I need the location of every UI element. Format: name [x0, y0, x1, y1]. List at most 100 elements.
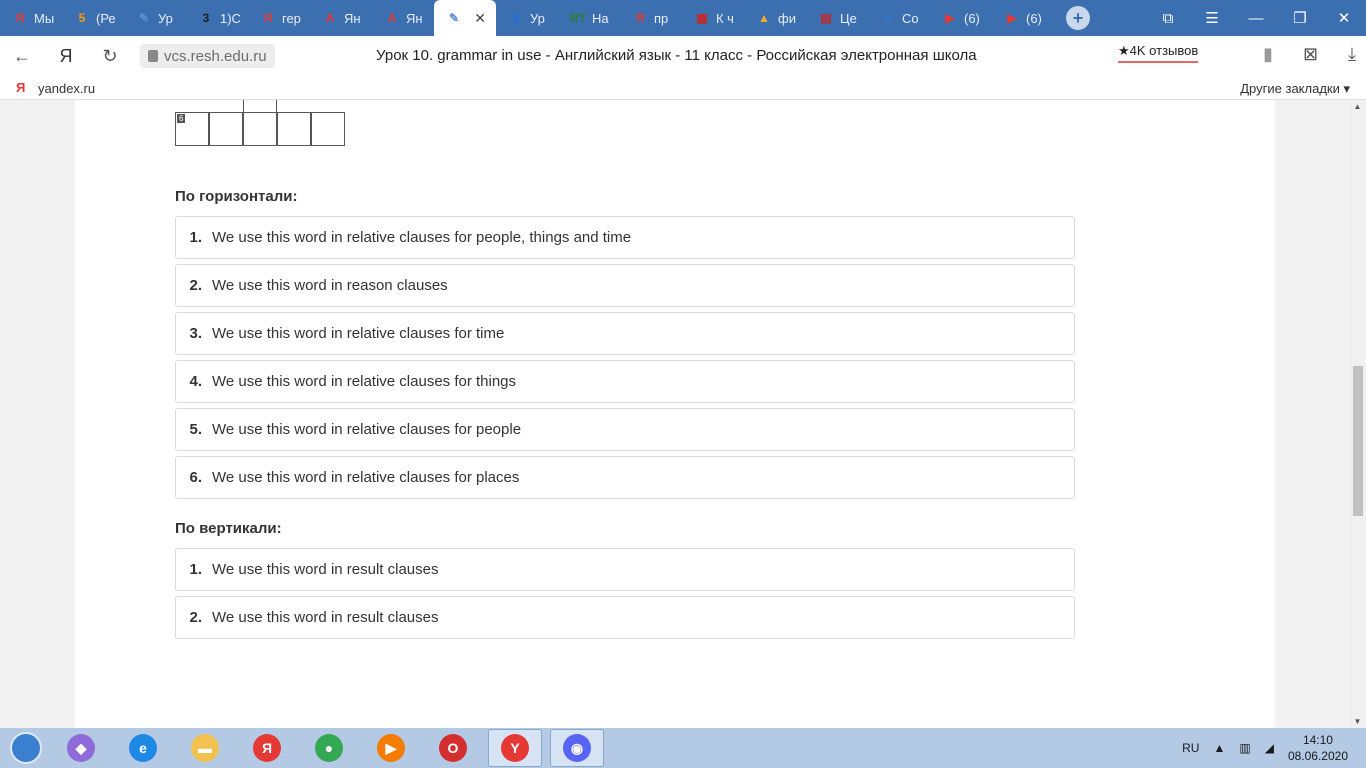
reload-icon[interactable]: ↻ — [88, 46, 132, 67]
tabs-icon[interactable]: ⧉ — [1146, 10, 1190, 27]
tab-4[interactable]: Ягер — [248, 0, 310, 36]
tab-10[interactable]: Япр — [620, 0, 682, 36]
volume-icon[interactable]: ◢ — [1265, 741, 1274, 755]
clue-text: We use this word in relative clauses for… — [212, 229, 632, 246]
page-scrollbar[interactable]: ▲ ▼ — [1349, 100, 1366, 728]
tab-title: Ур — [158, 10, 173, 26]
tab-1[interactable]: 5 (Ре — [62, 0, 124, 36]
media-player-button[interactable]: ▶ — [364, 729, 418, 767]
clue-item: 2. We use this word in reason clauses — [175, 264, 1075, 307]
file-explorer-button[interactable]: ▬ — [178, 729, 232, 767]
clue-item: 6. We use this word in relative clauses f… — [175, 456, 1075, 499]
menu-icon[interactable]: ☰ — [1190, 9, 1234, 27]
clue-item: 3. We use this word in relative clauses f… — [175, 312, 1075, 355]
tab-14[interactable]: ▪ Со — [868, 0, 930, 36]
tab-6[interactable]: A Ян — [372, 0, 434, 36]
clue-text: We use this word in relative clauses for… — [212, 421, 522, 438]
tab-title: Це — [840, 10, 857, 26]
down-title: По вертикали: — [175, 520, 282, 537]
yandex-home-icon[interactable]: Я — [44, 46, 88, 67]
taskbar-apps: ◆ e ▬ Я ● ▶ O Y ◉ — [46, 729, 604, 767]
bookmark-yandex[interactable]: yandex.ru — [38, 81, 95, 96]
tab-title: гер — [282, 10, 301, 26]
scroll-down-icon[interactable]: ▼ — [1349, 717, 1366, 726]
download-icon[interactable]: ⤓ — [1348, 44, 1356, 65]
clock-time: 14:10 — [1302, 733, 1333, 747]
url-field[interactable]: vcs.resh.edu.ru — [140, 44, 275, 68]
tab-title: (Ре — [96, 10, 116, 26]
tab-close-icon[interactable]: ✕ — [474, 10, 486, 27]
clue-text: We use this word in relative clauses for… — [212, 373, 517, 390]
other-bookmarks[interactable]: Другие закладки ▾ — [1240, 81, 1350, 97]
tab-strip: Я Мы 5 (Ре ✎ Ур 3 1)С Ягер A Ян A Ян ✎ ✕ ▮ Ур RT На Япр ▦ К ч… — [0, 0, 1366, 36]
tab-title: Ур — [530, 10, 545, 26]
tab-0[interactable]: Я Мы — [0, 0, 62, 36]
tab-11[interactable]: ▦ К ч — [682, 0, 744, 36]
language-indicator[interactable]: RU — [1182, 741, 1199, 755]
tab-title: Ян — [344, 10, 361, 26]
tab-title: фи — [778, 10, 796, 26]
reviews-badge[interactable]: ★4K отзывов — [1118, 43, 1199, 63]
protect-icon[interactable]: ⊠ — [1303, 44, 1318, 65]
youtube-icon: ▶ — [1007, 11, 1017, 25]
resh-icon: ✎ — [138, 11, 150, 25]
yandex-app-icon: Я — [253, 734, 281, 762]
clue-number: 2. — [189, 277, 202, 294]
page-title: Урок 10. grammar in use - Английский язы… — [376, 47, 977, 64]
network-icon[interactable]: ▥ — [1239, 741, 1250, 755]
close-icon[interactable]: ✕ — [1322, 9, 1366, 27]
yandex-app-button[interactable]: Я — [240, 729, 294, 767]
start-button[interactable] — [6, 728, 46, 768]
tab-5[interactable]: A Ян — [310, 0, 372, 36]
crossword-cell[interactable] — [243, 112, 277, 146]
internet-explorer-icon: e — [129, 734, 157, 762]
clue-number: 2. — [189, 609, 202, 626]
tab-3[interactable]: 3 1)С — [186, 0, 248, 36]
calendar-icon: ▦ — [696, 11, 708, 25]
youtube-icon: ▶ — [945, 11, 955, 25]
scroll-up-icon[interactable]: ▲ — [1349, 102, 1366, 111]
restore-icon[interactable]: ❐ — [1278, 9, 1322, 27]
tab-9[interactable]: RT На — [558, 0, 620, 36]
opera-app-button[interactable]: O — [426, 729, 480, 767]
tab-8[interactable]: ▮ Ур — [496, 0, 558, 36]
internet-explorer-button[interactable]: e — [116, 729, 170, 767]
yandex-browser-button[interactable]: Y — [488, 729, 542, 767]
chrome-app-button[interactable]: ● — [302, 729, 356, 767]
back-icon[interactable]: ← — [0, 46, 44, 67]
clue-text: We use this word in reason clauses — [212, 277, 448, 294]
clock[interactable]: 14:10 08.06.2020 — [1288, 732, 1348, 764]
crossword-cell[interactable] — [311, 112, 345, 146]
clue-number: 3. — [189, 325, 202, 342]
tab-15[interactable]: ▶ (6) — [930, 0, 992, 36]
tab-7[interactable]: ✎ ✕ — [434, 0, 496, 36]
crossword-cell[interactable] — [209, 112, 243, 146]
windows-icon — [10, 732, 42, 764]
resh-icon: ✎ — [448, 11, 460, 25]
tab-16[interactable]: ▶ (6) — [992, 0, 1054, 36]
yandex-browser-icon: Y — [501, 734, 529, 762]
tab-2[interactable]: ✎ Ур — [124, 0, 186, 36]
clue-item: 1. We use this word in relative clauses f… — [175, 216, 1075, 259]
crossword-cell[interactable]: 6 — [175, 112, 209, 146]
taskbar: ◆ e ▬ Я ● ▶ O Y ◉ RU ▲ ▥ ◢ 14:10 08.06.2020 — [0, 728, 1366, 768]
tab-title: Ян — [406, 10, 423, 26]
tray-expand-icon[interactable]: ▲ — [1213, 741, 1225, 755]
tab-title: 1)С — [220, 10, 241, 26]
tab-13[interactable]: ▤ Це — [806, 0, 868, 36]
three-icon: 3 — [202, 11, 210, 25]
new-tab-button[interactable]: + — [1066, 6, 1090, 30]
bookmark-icon[interactable]: ▮ — [1263, 44, 1273, 65]
clock-date: 08.06.2020 — [1287, 749, 1348, 763]
scroll-thumb[interactable] — [1353, 366, 1363, 516]
tab-title: Мы — [34, 10, 55, 26]
tab-12[interactable]: ▲ фи — [744, 0, 806, 36]
clue-text: We use this word in result clauses — [212, 609, 439, 626]
minimize-icon[interactable]: — — [1234, 10, 1278, 27]
crossword-cell[interactable] — [277, 112, 311, 146]
yandex-icon: Я — [16, 80, 26, 95]
clue-number: 6. — [189, 469, 202, 486]
calculator-icon: ▤ — [820, 11, 832, 25]
discord-app-button[interactable]: ◉ — [550, 729, 604, 767]
hub-app-button[interactable]: ◆ — [54, 729, 108, 767]
